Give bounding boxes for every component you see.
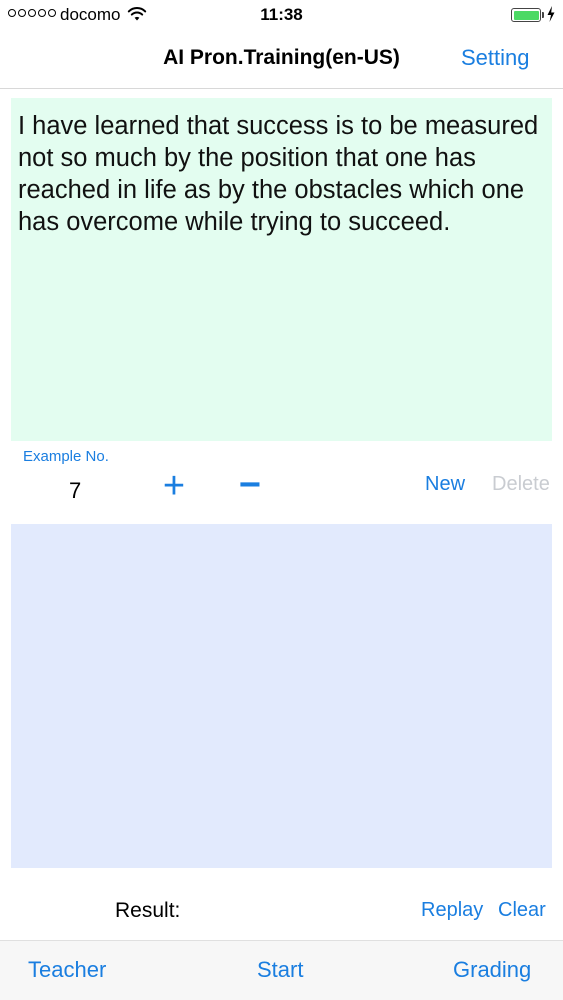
example-text-panel[interactable]: I have learned that success is to be mea… — [11, 98, 552, 441]
delete-example-button: Delete — [492, 473, 550, 495]
battery-cap — [542, 12, 544, 18]
replay-button[interactable]: Replay — [421, 899, 483, 922]
increment-example-button[interactable]: + — [156, 466, 192, 506]
grading-button[interactable]: Grading — [453, 957, 531, 983]
nav-divider — [0, 88, 563, 89]
teacher-button[interactable]: Teacher — [28, 957, 106, 983]
battery-icon — [511, 8, 541, 22]
setting-button[interactable]: Setting — [461, 45, 530, 71]
result-panel — [11, 524, 552, 868]
clear-button[interactable]: Clear — [498, 899, 546, 922]
status-time: 11:38 — [260, 5, 303, 24]
example-number-label: Example No. — [23, 448, 109, 465]
example-text: I have learned that success is to be mea… — [18, 112, 539, 236]
new-example-button[interactable]: New — [425, 473, 465, 496]
result-label: Result: — [115, 899, 181, 922]
charging-bolt-icon — [547, 6, 555, 22]
status-bar: docomo 11:38 — [0, 0, 563, 30]
start-button[interactable]: Start — [257, 957, 303, 983]
decrement-example-button[interactable]: − — [232, 466, 268, 506]
example-number: 7 — [69, 478, 82, 503]
